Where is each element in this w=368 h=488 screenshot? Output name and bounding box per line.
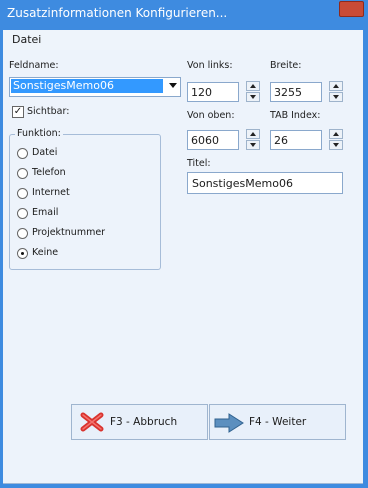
close-button[interactable] (339, 1, 364, 17)
from-top-up-button[interactable] (246, 129, 260, 139)
from-top-spinner[interactable] (246, 129, 260, 151)
visible-checkbox[interactable]: ✓ (12, 106, 24, 118)
radio-email[interactable] (17, 208, 28, 219)
chevron-down-icon[interactable] (169, 83, 177, 88)
arrow-right-icon (214, 413, 244, 433)
arrow-down-icon (250, 95, 256, 99)
arrow-up-icon (250, 84, 256, 88)
title-input[interactable]: SonstigesMemo06 (187, 172, 343, 194)
fieldname-select[interactable]: SonstigesMemo06 (9, 77, 181, 97)
arrow-up-icon (250, 132, 256, 136)
radio-label-projektnummer: Projektnummer (32, 227, 106, 238)
radio-label-keine: Keine (32, 247, 59, 258)
configuration-window: Zusatzinformationen Konfigurieren... Dat… (0, 0, 368, 488)
menu-bar: Datei (3, 30, 363, 51)
arrow-down-icon (333, 95, 339, 99)
fieldname-value: SonstigesMemo06 (11, 79, 163, 93)
arrow-down-icon (333, 143, 339, 147)
from-left-input[interactable]: 120 (187, 82, 239, 102)
window-title: Zusatzinformationen Konfigurieren... (7, 6, 228, 20)
cancel-button-label: F3 - Abbruch (110, 416, 178, 428)
form-area: Feldname: SonstigesMemo06 ✓ Sichtbar: Fu… (3, 50, 363, 484)
tab-index-input[interactable]: 26 (270, 130, 322, 150)
from-left-down-button[interactable] (246, 92, 260, 102)
tab-index-label: TAB Index: (270, 110, 321, 121)
from-left-up-button[interactable] (246, 81, 260, 91)
cancel-button[interactable]: F3 - Abbruch (71, 404, 208, 440)
arrow-down-icon (250, 143, 256, 147)
radio-label-datei: Datei (32, 147, 58, 158)
title-bar: Zusatzinformationen Konfigurieren... (0, 0, 368, 30)
next-button-label: F4 - Weiter (249, 416, 307, 428)
tab-index-up-button[interactable] (329, 129, 343, 139)
from-top-down-button[interactable] (246, 140, 260, 150)
radio-telefon[interactable] (17, 168, 28, 179)
width-down-button[interactable] (329, 92, 343, 102)
next-button[interactable]: F4 - Weiter (209, 404, 346, 440)
radio-label-telefon: Telefon (32, 167, 66, 178)
visible-label: Sichtbar: (27, 106, 70, 117)
width-up-button[interactable] (329, 81, 343, 91)
radio-label-internet: Internet (32, 187, 70, 198)
from-left-spinner[interactable] (246, 81, 260, 103)
width-input[interactable]: 3255 (270, 82, 322, 102)
function-group: Funktion: Datei Telefon Internet Email P… (9, 128, 161, 270)
from-left-label: Von links: (187, 60, 233, 71)
width-label: Breite: (270, 60, 302, 71)
menu-file[interactable]: Datei (12, 33, 41, 46)
tab-index-spinner[interactable] (329, 129, 343, 151)
from-top-input[interactable]: 6060 (187, 130, 239, 150)
fieldname-label: Feldname: (9, 60, 59, 71)
arrow-up-icon (333, 132, 339, 136)
radio-internet[interactable] (17, 188, 28, 199)
function-legend: Funktion: (15, 128, 63, 139)
cancel-icon (80, 412, 104, 432)
radio-projektnummer[interactable] (17, 228, 28, 239)
radio-label-email: Email (32, 207, 59, 218)
arrow-up-icon (333, 84, 339, 88)
width-spinner[interactable] (329, 81, 343, 103)
from-top-label: Von oben: (187, 110, 235, 121)
title-label: Titel: (187, 158, 211, 169)
radio-datei[interactable] (17, 148, 28, 159)
tab-index-down-button[interactable] (329, 140, 343, 150)
radio-keine[interactable] (17, 248, 28, 259)
